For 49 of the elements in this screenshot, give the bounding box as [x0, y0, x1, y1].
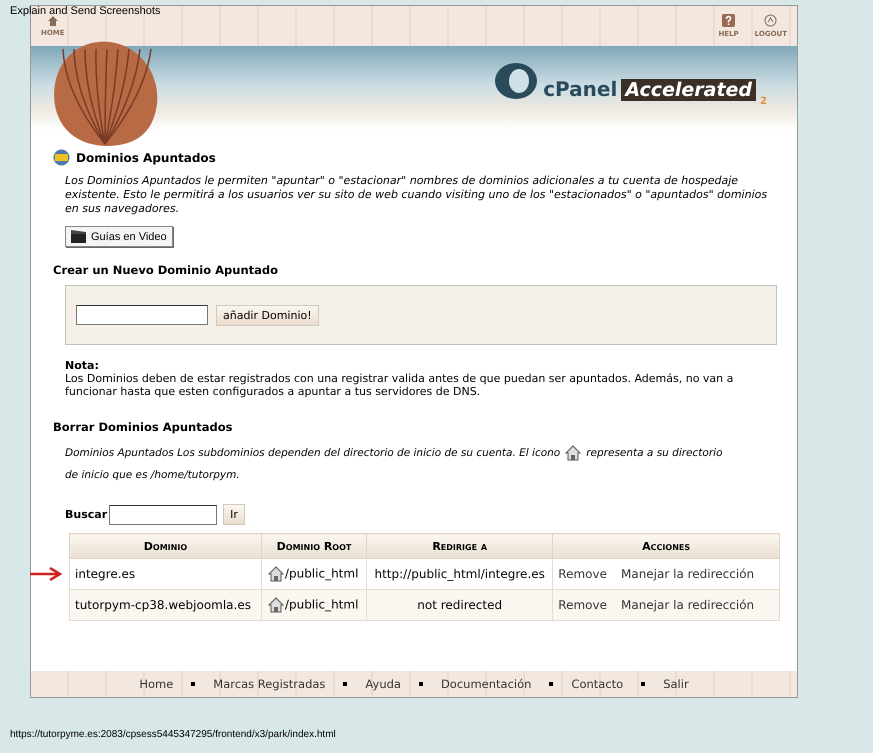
footer-link[interactable]: Home: [139, 677, 174, 691]
note-text: Los Dominios deben de estar registrados con una registrar valida antes de que puedan ser apuntados. Además, no van a funcionar hasta que esten configurados a apuntar a tus servidores de DNS.: [65, 372, 734, 398]
action-link[interactable]: Remove: [558, 598, 607, 612]
column-header: Dominio: [70, 534, 262, 558]
domain-input[interactable]: [76, 305, 208, 325]
home-icon: [46, 15, 59, 26]
house-icon: [564, 444, 582, 462]
house-icon: [266, 565, 285, 583]
footer-link[interactable]: Marcas Registradas: [213, 677, 326, 691]
logo-version: 2: [760, 96, 767, 107]
footer-link[interactable]: Contacto: [571, 677, 624, 691]
action-link[interactable]: Manejar la redirección: [620, 598, 754, 612]
logo-product: Accelerated: [621, 79, 756, 101]
go-button[interactable]: Ir: [223, 504, 245, 525]
column-header: Dominio Root: [261, 534, 367, 558]
help-icon: [722, 14, 736, 27]
description-text: representa a su directorio: [586, 446, 722, 461]
power-icon: [764, 14, 778, 27]
section-heading: Borrar Dominios Apuntados: [53, 420, 234, 434]
page-title: Dominios Apuntados: [76, 150, 216, 164]
column-header: Redirige a: [366, 534, 553, 558]
video-guides-button[interactable]: Guías en Video: [65, 226, 173, 247]
search-field[interactable]: [109, 504, 218, 524]
action-link[interactable]: Remove: [558, 567, 607, 581]
logo-icon: [493, 61, 540, 101]
clapperboard-icon: [71, 230, 86, 243]
root-path: /public_html: [284, 597, 358, 612]
note-label: Nota:: [65, 359, 100, 372]
footer-link[interactable]: Ayuda: [365, 677, 401, 691]
redirect-cell: http://public_html/integre.es: [366, 558, 553, 590]
footer-link[interactable]: Documentación: [440, 677, 532, 691]
overlay-caption: Explain and Send Screenshots: [10, 5, 160, 17]
domain-cell: tutorpym-cp38.webjoomla.es: [70, 590, 262, 620]
redirect-cell: not redirected: [366, 590, 553, 620]
action-link[interactable]: Manejar la redirección: [620, 567, 754, 581]
intro-text: Los Dominios Apuntados le permiten "apuntar" o "estacionar" nombres de dominios adicionales a tu cuenta de hospedaje existente. Esto le permitirá a los usuarios ver su sito de web cuando visiting uno de los "estacionados" o "apuntados" dominios en sus navegadores.: [65, 174, 768, 216]
description-text: de inicio que es /home/tutorpym.: [65, 468, 240, 483]
column-header: Acciones: [552, 534, 780, 558]
root-path: /public_html: [284, 566, 358, 580]
house-icon: [266, 596, 285, 614]
footer-link[interactable]: Salir: [663, 677, 689, 691]
domain-sign-icon: [53, 149, 70, 166]
status-url: https://tutorpyme.es:2083/cpsess5445347295/frontend/x3/park/index.html: [10, 729, 336, 740]
add-domain-button[interactable]: añadir Dominio!: [216, 304, 319, 326]
description-text: Dominios Apuntados Los subdominios dependen del directorio de inicio de su cuenta. El icono: [65, 446, 560, 461]
search-label: Buscar: [65, 508, 108, 521]
logo-brand: cPanel: [543, 77, 618, 101]
pointer-arrow-icon: [30, 567, 62, 581]
section-heading: Crear un Nuevo Dominio Apuntado: [53, 263, 280, 277]
